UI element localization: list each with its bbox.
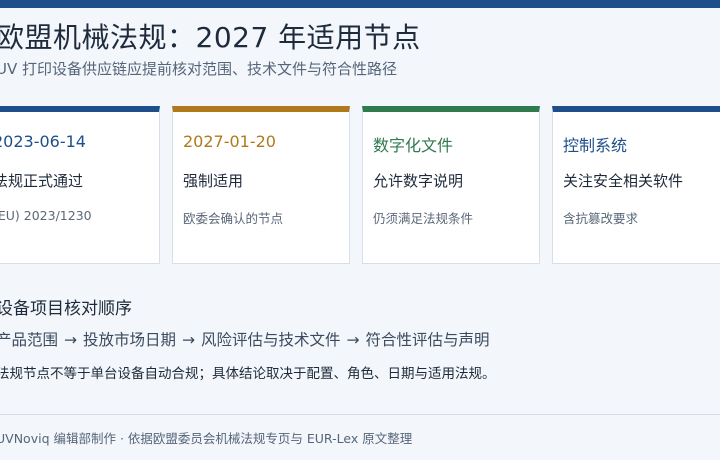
card-heading: 允许数字说明 <box>373 172 464 190</box>
card-title: 2023-06-14 <box>0 132 86 151</box>
card-title: 控制系统 <box>563 136 628 155</box>
milestone-cards: 2023-06-14 法规正式通过 (EU) 2023/1230 2027-01… <box>0 106 720 270</box>
card-note: 欧委会确认的节点 <box>183 211 284 226</box>
sequence-step: 风险评估与技术文件 <box>201 331 341 349</box>
milestone-card: 控制系统 关注安全相关软件 含抗篡改要求 <box>552 106 720 264</box>
card-title: 2027-01-20 <box>183 132 276 151</box>
card-title: 数字化文件 <box>373 136 454 155</box>
card-note: (EU) 2023/1230 <box>0 208 92 223</box>
milestone-card: 数字化文件 允许数字说明 仍须满足法规条件 <box>362 106 540 264</box>
sequence-step: 产品范围 <box>0 331 59 349</box>
card-note: 含抗篡改要求 <box>563 211 639 226</box>
top-accent-bar <box>0 0 720 8</box>
sequence-step: 符合性评估与声明 <box>365 331 490 349</box>
footer-credit: UVNoviq 编辑部制作 · 依据欧盟委员会机械法规专页与 EUR-Lex 原… <box>0 431 413 446</box>
check-sequence: 产品范围 → 投放市场日期 → 风险评估与技术文件 → 符合性评估与声明 <box>0 328 490 350</box>
page-subtitle: UV 打印设备供应链应提前核对范围、技术文件与符合性路径 <box>0 60 398 78</box>
right-arrow-icon: → <box>182 331 196 349</box>
right-arrow-icon: → <box>64 331 78 349</box>
sequence-title: 设备项目核对顺序 <box>0 299 132 319</box>
card-note: 仍须满足法规条件 <box>373 211 474 226</box>
sequence-step: 投放市场日期 <box>83 331 177 349</box>
right-arrow-icon: → <box>346 331 360 349</box>
page-title: 欧盟机械法规：2027 年适用节点 <box>0 21 421 54</box>
card-heading: 关注安全相关软件 <box>563 172 684 190</box>
milestone-card: 2027-01-20 强制适用 欧委会确认的节点 <box>172 106 350 264</box>
footer-divider <box>0 414 720 415</box>
card-heading: 法规正式通过 <box>0 172 84 190</box>
milestone-card: 2023-06-14 法规正式通过 (EU) 2023/1230 <box>0 106 160 264</box>
card-heading: 强制适用 <box>183 172 244 190</box>
disclaimer-note: 法规节点不等于单台设备自动合规；具体结论取决于配置、角色、日期与适用法规。 <box>0 366 496 382</box>
